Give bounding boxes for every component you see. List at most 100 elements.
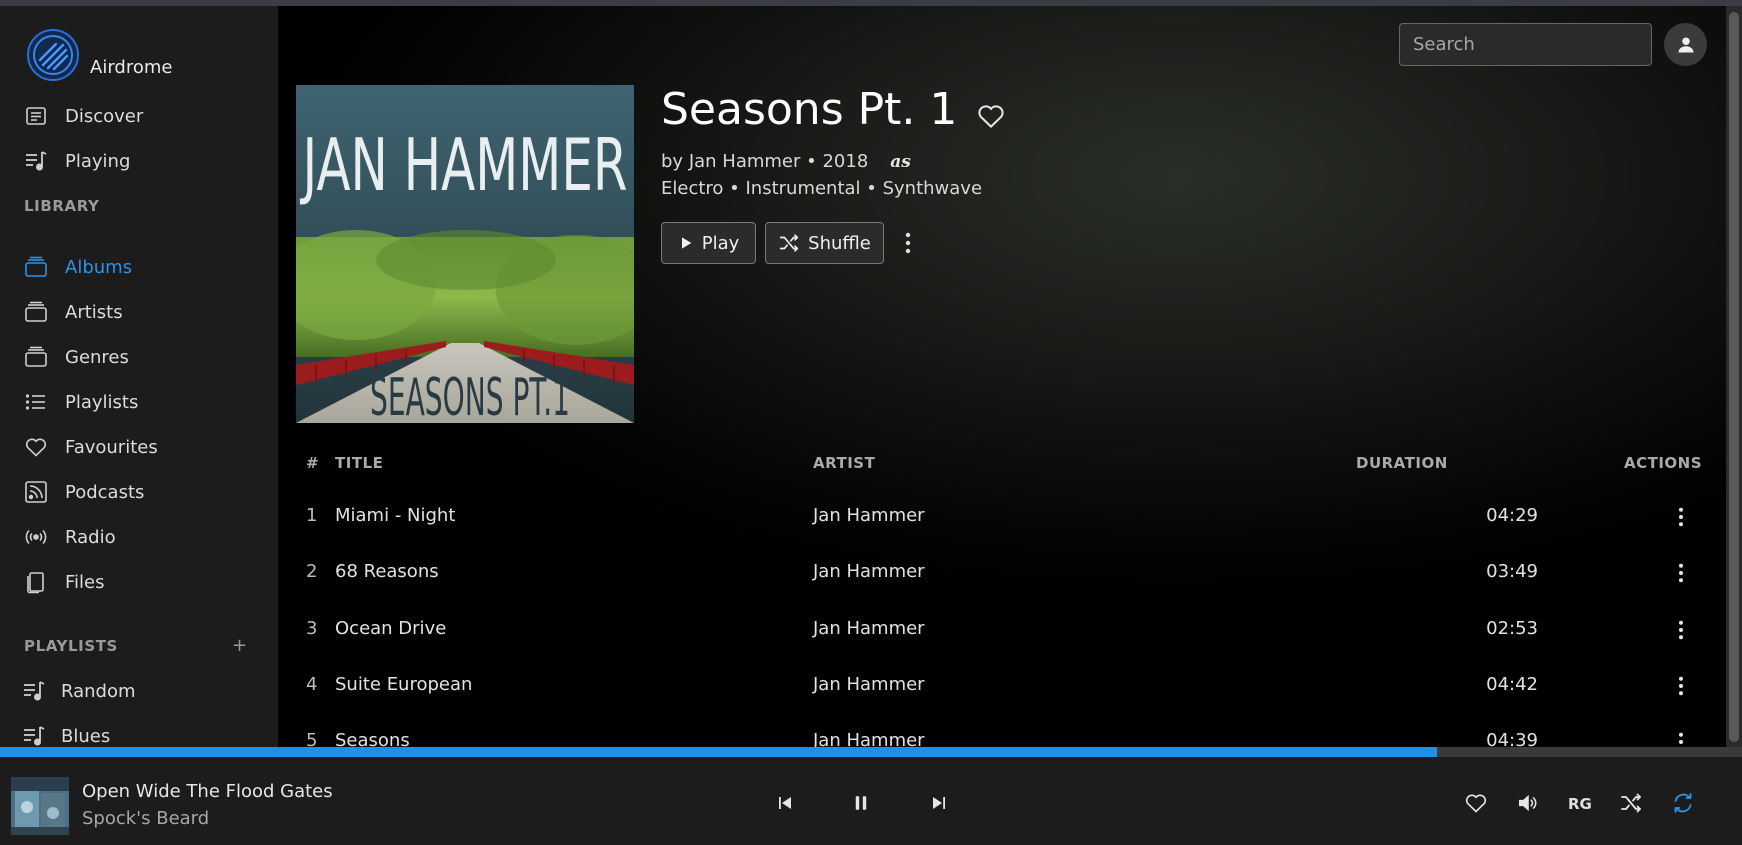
track-number: 2 xyxy=(306,561,318,582)
nav-item-favourites[interactable]: Favourites xyxy=(0,427,278,467)
nav-item-playing[interactable]: Playing xyxy=(0,141,278,181)
album-genres[interactable]: Electro • Instrumental • Synthwave xyxy=(661,178,982,199)
now-playing-cover[interactable] xyxy=(11,777,69,835)
brand[interactable]: Airdrome xyxy=(26,28,172,82)
track-duration: 02:53 xyxy=(1486,618,1538,639)
repeat-toggle-button[interactable] xyxy=(1670,790,1696,816)
nav-item-files[interactable]: Files xyxy=(0,562,278,602)
more-vertical-icon xyxy=(905,232,911,254)
search-input[interactable] xyxy=(1399,23,1652,66)
track-number: 3 xyxy=(306,618,318,639)
shuffle-toggle-button[interactable] xyxy=(1618,790,1644,816)
table-row[interactable]: 2 68 Reasons Jan Hammer 03:49 xyxy=(296,546,1696,602)
album-more-options-button[interactable] xyxy=(896,228,920,258)
track-number: 4 xyxy=(306,674,318,695)
track-duration: 03:49 xyxy=(1486,561,1538,582)
track-duration: 04:42 xyxy=(1486,674,1538,695)
airdrome-logo-icon xyxy=(27,29,79,81)
track-number: 5 xyxy=(306,730,318,747)
lastfm-icon[interactable]: as xyxy=(890,152,911,172)
table-row[interactable]: 1 Miami - Night Jan Hammer 04:29 xyxy=(296,490,1696,546)
previous-track-button[interactable] xyxy=(772,790,798,816)
pause-button[interactable] xyxy=(848,790,874,816)
track-artist[interactable]: Jan Hammer xyxy=(813,505,925,526)
track-title[interactable]: Seasons xyxy=(335,730,410,747)
nav-item-artists[interactable]: Artists xyxy=(0,292,278,332)
table-row[interactable]: 4 Suite European Jan Hammer 04:42 xyxy=(296,659,1696,715)
nav-item-discover[interactable]: Discover xyxy=(0,96,278,136)
playlist-label: Blues xyxy=(61,725,111,747)
user-menu-button[interactable] xyxy=(1664,23,1707,66)
column-header-title[interactable]: TITLE xyxy=(335,454,383,472)
play-icon xyxy=(681,237,692,249)
cover-artist-text: JAN HAMMER xyxy=(300,123,628,207)
radio-icon xyxy=(24,525,48,549)
favourite-album-button[interactable] xyxy=(976,101,1006,131)
nav-item-genres[interactable]: Genres xyxy=(0,337,278,377)
track-actions-button[interactable] xyxy=(1666,727,1696,747)
nav-item-label: Playing xyxy=(65,150,131,172)
now-playing-cover-art xyxy=(11,777,69,835)
playlists-heading: PLAYLISTS xyxy=(24,637,118,655)
track-title[interactable]: Ocean Drive xyxy=(335,618,446,639)
table-row[interactable]: 5 Seasons Jan Hammer 04:39 xyxy=(296,715,1696,747)
track-actions-button[interactable] xyxy=(1666,615,1696,645)
track-actions-button[interactable] xyxy=(1666,502,1696,532)
sidebar-playlist-random[interactable]: Random xyxy=(0,671,278,711)
playback-progress-fill xyxy=(0,747,1438,757)
volume-button[interactable] xyxy=(1515,790,1541,816)
playlist-icon xyxy=(22,724,46,747)
track-artist[interactable]: Jan Hammer xyxy=(813,730,925,747)
now-playing-title[interactable]: Open Wide The Flood Gates xyxy=(82,781,333,802)
column-header-artist[interactable]: ARTIST xyxy=(813,454,875,472)
nav-item-albums[interactable]: Albums xyxy=(0,247,278,287)
track-artist[interactable]: Jan Hammer xyxy=(813,561,925,582)
track-actions-button[interactable] xyxy=(1666,671,1696,701)
column-header-number: # xyxy=(306,454,320,472)
scrollbar-thumb[interactable] xyxy=(1729,12,1739,742)
track-artist[interactable]: Jan Hammer xyxy=(813,618,925,639)
nav-item-label: Radio xyxy=(65,526,116,548)
nav-item-podcasts[interactable]: Podcasts xyxy=(0,472,278,512)
discover-icon xyxy=(24,104,48,128)
nav-item-label: Favourites xyxy=(65,436,158,458)
playlist-label: Random xyxy=(61,680,136,702)
favourite-track-button[interactable] xyxy=(1463,790,1489,816)
more-vertical-icon xyxy=(1679,676,1683,696)
track-title[interactable]: Suite European xyxy=(335,674,472,695)
track-duration: 04:39 xyxy=(1486,730,1538,747)
add-playlist-button[interactable]: + xyxy=(232,635,247,656)
track-title[interactable]: 68 Reasons xyxy=(335,561,439,582)
track-artist[interactable]: Jan Hammer xyxy=(813,674,925,695)
nav-item-label: Files xyxy=(65,571,105,593)
play-button[interactable]: Play xyxy=(661,222,756,264)
albums-icon xyxy=(24,255,48,279)
table-row[interactable]: 3 Ocean Drive Jan Hammer 02:53 xyxy=(296,603,1696,659)
playlist-icon xyxy=(22,679,46,703)
nav-item-label: Artists xyxy=(65,301,123,323)
nav-item-label: Podcasts xyxy=(65,481,145,503)
track-title[interactable]: Miami - Night xyxy=(335,505,455,526)
shuffle-button[interactable]: Shuffle xyxy=(765,222,884,264)
sidebar-playlist-blues[interactable]: Blues xyxy=(0,716,278,747)
album-cover[interactable]: JAN HAMMER SEASONS PT.1 xyxy=(296,85,634,423)
nav-item-label: Playlists xyxy=(65,391,139,413)
skip-next-icon xyxy=(933,797,945,809)
now-playing-artist[interactable]: Spock's Beard xyxy=(82,808,209,829)
playback-progress-bar[interactable] xyxy=(0,747,1742,757)
column-header-duration[interactable]: DURATION xyxy=(1356,454,1448,472)
nav-item-radio[interactable]: Radio xyxy=(0,517,278,557)
player-bar: Open Wide The Flood Gates Spock's Beard … xyxy=(0,757,1742,845)
main-scrollbar[interactable] xyxy=(1726,6,1742,747)
album-title: Seasons Pt. 1 xyxy=(661,84,958,135)
more-vertical-icon xyxy=(1679,732,1683,744)
app-name: Airdrome xyxy=(90,57,173,78)
user-icon xyxy=(1678,37,1693,52)
replay-gain-button[interactable]: RG xyxy=(1568,795,1592,813)
track-actions-button[interactable] xyxy=(1666,558,1696,588)
next-track-button[interactable] xyxy=(926,790,952,816)
album-artist-link[interactable]: Jan Hammer xyxy=(689,151,801,172)
nav-item-playlists[interactable]: Playlists xyxy=(0,382,278,422)
playlists-icon xyxy=(24,390,48,414)
track-number: 1 xyxy=(306,505,318,526)
